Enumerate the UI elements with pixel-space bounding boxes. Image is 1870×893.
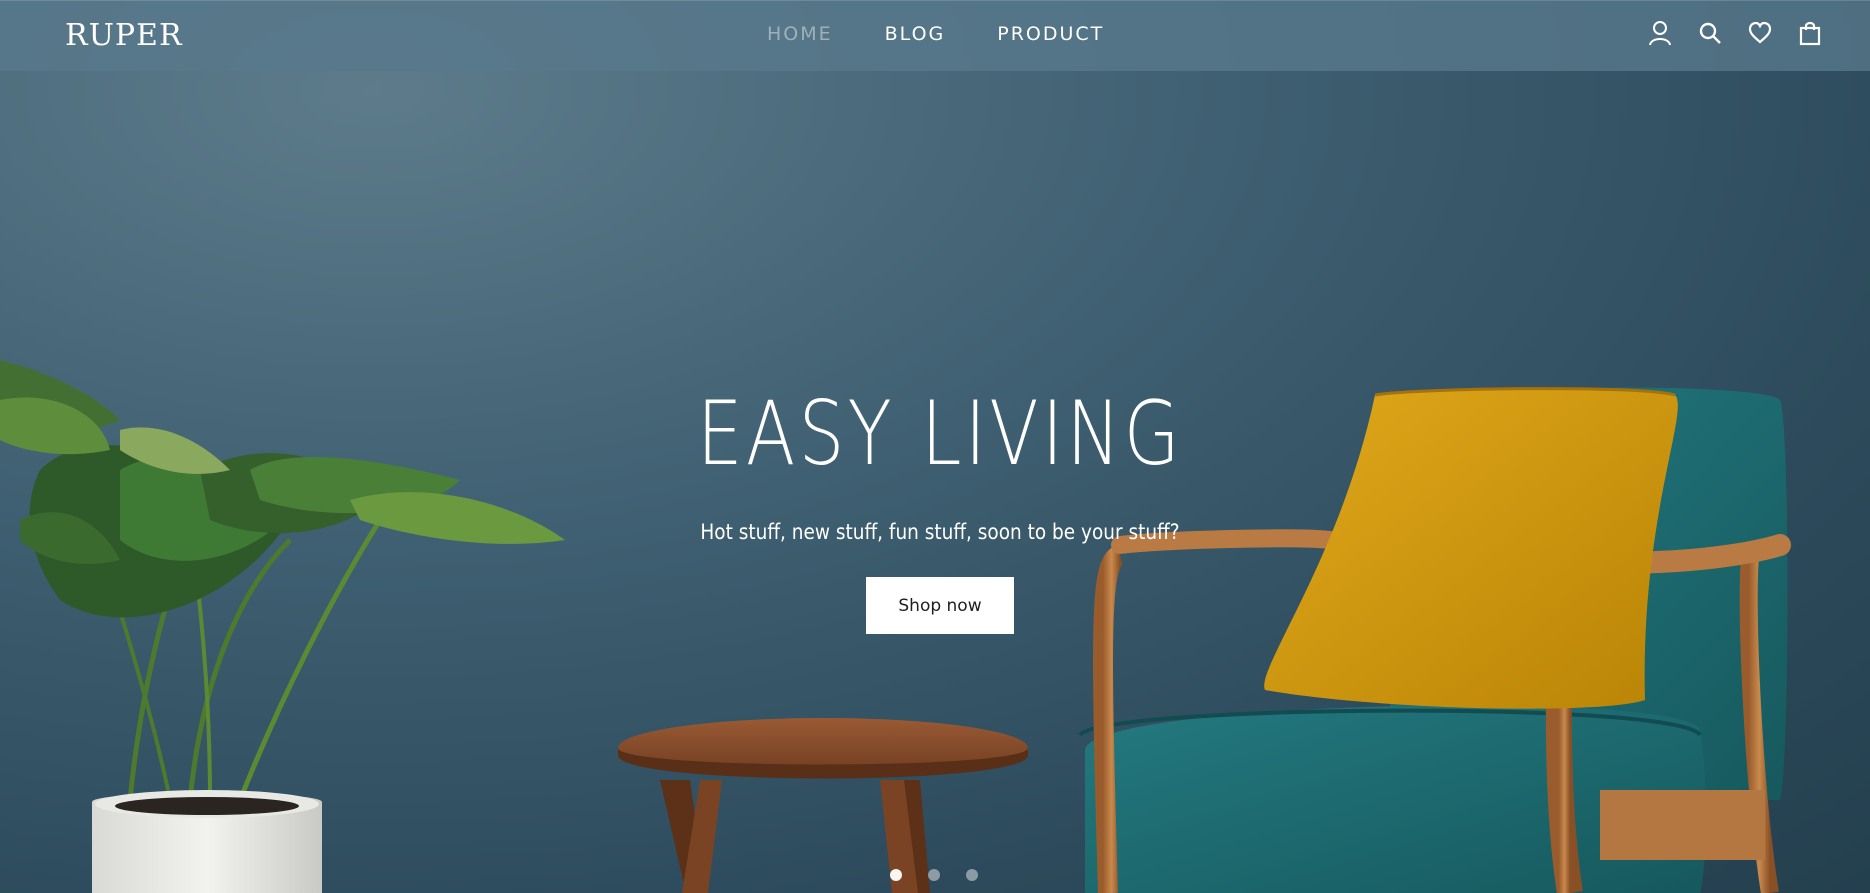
nav-item-product[interactable]: PRODUCT <box>997 23 1104 45</box>
heart-icon[interactable] <box>1748 20 1772 46</box>
brand-logo[interactable]: RUPER <box>65 18 183 53</box>
top-navigation-bar: RUPER HOME BLOG PRODUCT <box>0 0 1870 71</box>
side-table <box>618 718 1028 893</box>
carousel-dot-1[interactable] <box>890 869 902 881</box>
search-icon[interactable] <box>1698 20 1722 46</box>
main-nav: HOME BLOG PRODUCT <box>767 23 1104 45</box>
header-icons <box>1648 20 1822 46</box>
nav-item-home[interactable]: HOME <box>767 23 833 45</box>
carousel-dots <box>890 869 978 881</box>
hero-title: EASY LIVING <box>697 382 1183 485</box>
page: RUPER HOME BLOG PRODUCT EASY LIVING Hot … <box>0 0 1870 893</box>
user-icon[interactable] <box>1648 20 1672 46</box>
nav-item-blog[interactable]: BLOG <box>885 23 946 45</box>
plant-pot <box>92 793 322 893</box>
shop-now-button[interactable]: Shop now <box>866 577 1014 634</box>
carousel-dot-3[interactable] <box>966 869 978 881</box>
carousel-dot-2[interactable] <box>928 869 940 881</box>
shopping-bag-icon[interactable] <box>1798 20 1822 46</box>
hero-subtitle: Hot stuff, new stuff, fun stuff, soon to… <box>700 520 1180 544</box>
